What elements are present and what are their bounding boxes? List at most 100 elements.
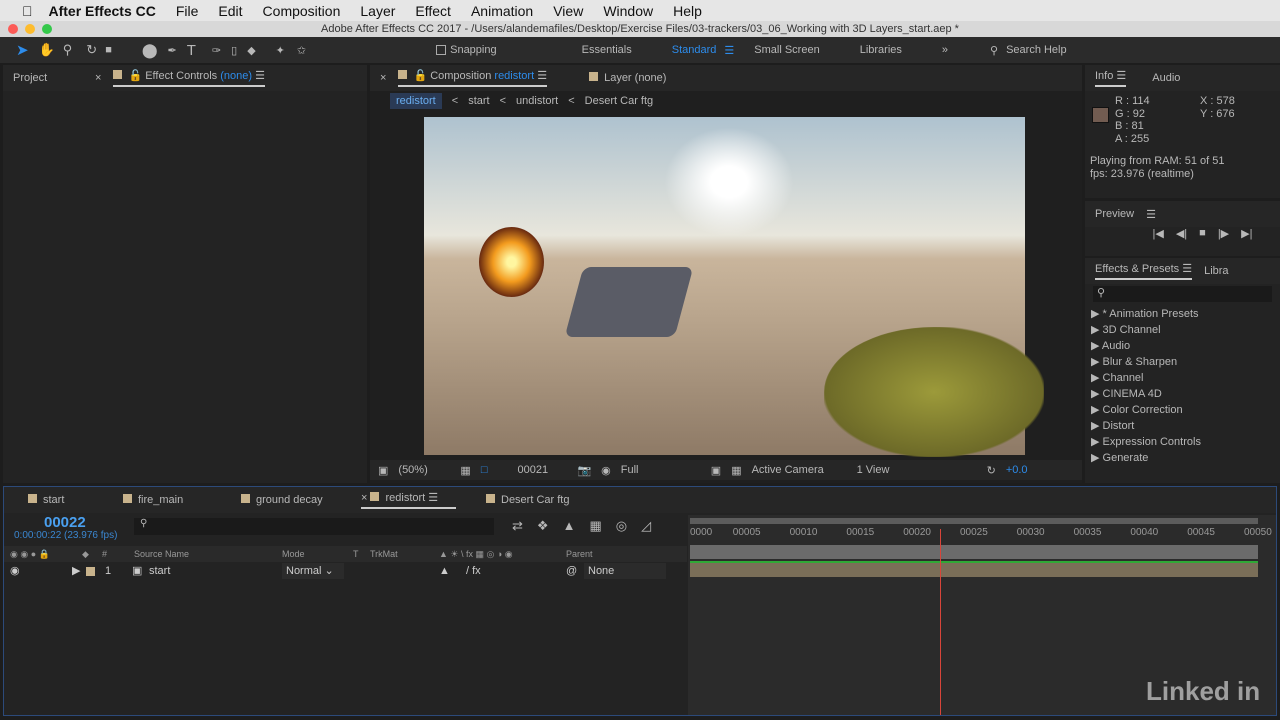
effects-item[interactable]: ▶ Expression Controls (1085, 434, 1280, 450)
menu-file[interactable]: File (176, 3, 199, 19)
label-color[interactable] (86, 567, 95, 576)
expand-arrow-icon[interactable]: ▶ (72, 563, 80, 579)
fx-switch-icon[interactable]: / fx (466, 563, 481, 579)
breadcrumb-desert-car[interactable]: Desert Car ftg (585, 95, 653, 107)
tab-info[interactable]: Info ☰ (1095, 69, 1127, 87)
effects-item[interactable]: ▶ Channel (1085, 370, 1280, 386)
effects-item[interactable]: ▶ CINEMA 4D (1085, 386, 1280, 402)
workspace-menu-icon[interactable]: ☰ (724, 44, 734, 57)
col-trkmat[interactable]: TrkMat (370, 546, 398, 562)
pen-tool-icon[interactable]: ✒ (168, 44, 177, 57)
zoom-dropdown[interactable]: (50%) (398, 464, 450, 476)
search-help-input[interactable]: Search Help (1006, 44, 1067, 56)
breadcrumb-undistort[interactable]: undistort (516, 95, 558, 107)
grid-icon[interactable]: ▦ (460, 464, 470, 477)
layer-name[interactable]: start (149, 563, 170, 579)
menu-help[interactable]: Help (673, 3, 702, 19)
minimize-button[interactable] (25, 24, 35, 34)
menu-layer[interactable]: Layer (360, 3, 395, 19)
brush-tool-icon[interactable]: ✑ (212, 44, 221, 57)
transparency-icon[interactable]: ▦ (731, 464, 741, 477)
effects-item[interactable]: ▶ Color Correction (1085, 402, 1280, 418)
hand-tool-icon[interactable]: ✋ (39, 42, 55, 58)
motion-blur-icon[interactable]: ◎ (616, 518, 627, 534)
stamp-tool-icon[interactable]: ▯ (231, 44, 237, 57)
timeline-tab-redistort[interactable]: × redistort ☰ (361, 491, 456, 509)
monitor-icon[interactable]: ▣ (378, 464, 388, 477)
effects-item[interactable]: ▶ Generate (1085, 450, 1280, 466)
layer-row[interactable]: ◉ ▶ 1 ▣ start Normal ⌄ ▲ / fx @ None (4, 563, 687, 579)
breadcrumb-redistort[interactable]: redistort (390, 93, 442, 109)
close-button[interactable] (8, 24, 18, 34)
tab-effects-presets[interactable]: Effects & Presets ☰ (1095, 262, 1193, 280)
more-workspaces-icon[interactable]: » (942, 44, 948, 56)
type-tool-icon[interactable]: T (187, 42, 196, 59)
stop-icon[interactable]: ■ (1199, 227, 1206, 240)
col-source-name[interactable]: Source Name (134, 546, 189, 562)
menu-composition[interactable]: Composition (263, 3, 341, 19)
selection-tool-icon[interactable]: ➤ (16, 41, 29, 59)
breadcrumb-start[interactable]: start (468, 95, 489, 107)
puppet-tool-icon[interactable]: ✩ (297, 44, 306, 57)
shy-icon[interactable]: ▲ (563, 518, 576, 534)
layer-search-input[interactable]: ⚲ (134, 518, 494, 535)
composition-viewer[interactable] (424, 117, 1044, 457)
shy-switch-icon[interactable]: ▲ (439, 563, 450, 579)
tab-layer[interactable]: Layer (none) (589, 72, 666, 84)
menu-effect[interactable]: Effect (415, 3, 451, 19)
exposure-value[interactable]: +0.0 (1006, 464, 1028, 476)
time-ruler[interactable]: 0000 00005 00010 00015 00020 00025 00030 00035 0… (688, 527, 1276, 541)
eraser-tool-icon[interactable]: ◆ (247, 44, 255, 57)
camera-dropdown[interactable]: Active Camera (752, 464, 847, 476)
draft-3d-icon[interactable]: ❖ (537, 518, 549, 534)
effects-search-input[interactable]: ⚲ (1093, 286, 1272, 302)
resolution-dropdown[interactable]: Full (621, 464, 701, 476)
tab-composition[interactable]: 🔓 Composition redistort ☰ (398, 69, 548, 87)
playhead[interactable] (939, 529, 941, 715)
previous-frame-icon[interactable]: ◀| (1176, 227, 1187, 240)
ellipse-tool-icon[interactable]: ⬤ (142, 42, 158, 59)
visibility-icon[interactable]: ◉ (10, 563, 20, 579)
zoom-tool-icon[interactable]: ⚲ (63, 42, 73, 58)
pickwhip-icon[interactable]: @ (566, 563, 577, 579)
effects-item[interactable]: ▶ Audio (1085, 338, 1280, 354)
snapshot-icon[interactable]: 📷 (577, 464, 591, 477)
mode-dropdown[interactable]: Normal ⌄ (282, 563, 344, 579)
channel-icon[interactable]: ◉ (601, 464, 611, 477)
parent-dropdown[interactable]: None (584, 563, 666, 579)
maximize-button[interactable] (42, 24, 52, 34)
timeline-tab-ground-decay[interactable]: ground decay (241, 494, 361, 506)
menu-view[interactable]: View (553, 3, 583, 19)
first-frame-icon[interactable]: |◀ (1153, 227, 1164, 240)
timeline-tab-desert-car[interactable]: Desert Car ftg (486, 494, 569, 506)
graph-editor-icon[interactable]: ◿ (641, 518, 651, 534)
workspace-libraries[interactable]: Libraries (860, 44, 902, 56)
workspace-standard[interactable]: Standard (672, 44, 717, 56)
timeline-tab-start[interactable]: start (28, 494, 123, 506)
roto-tool-icon[interactable]: ✦ (276, 44, 285, 57)
workspace-essentials[interactable]: Essentials (582, 44, 632, 56)
roi-icon[interactable]: ▣ (711, 464, 721, 477)
views-dropdown[interactable]: 1 View (857, 464, 917, 476)
effects-item[interactable]: ▶ 3D Channel (1085, 322, 1280, 338)
app-name[interactable]: After Effects CC (49, 3, 156, 19)
timeline-tab-fire-main[interactable]: fire_main (123, 494, 241, 506)
last-frame-icon[interactable]: ▶| (1241, 227, 1252, 240)
effects-item[interactable]: ▶ Distort (1085, 418, 1280, 434)
col-mode[interactable]: Mode (282, 546, 305, 562)
work-area-bar[interactable] (690, 518, 1258, 524)
tab-effect-controls[interactable]: 🔓 Effect Controls (none) ☰ (113, 69, 265, 87)
region-icon[interactable]: □ (481, 464, 488, 476)
layer-duration-bar[interactable] (690, 561, 1258, 577)
tab-libraries[interactable]: Libra (1204, 265, 1228, 277)
menu-animation[interactable]: Animation (471, 3, 533, 19)
snapping-checkbox[interactable] (436, 45, 447, 55)
apple-icon[interactable]:  (22, 3, 33, 19)
effects-item[interactable]: ▶ * Animation Presets (1085, 306, 1280, 322)
close-icon[interactable]: × (380, 72, 386, 84)
col-parent[interactable]: Parent (566, 546, 593, 562)
menu-window[interactable]: Window (603, 3, 653, 19)
frame-blending-icon[interactable]: ▦ (589, 518, 601, 534)
camera-tool-icon[interactable]: ■ (105, 44, 112, 56)
effects-item[interactable]: ▶ Blur & Sharpen (1085, 354, 1280, 370)
